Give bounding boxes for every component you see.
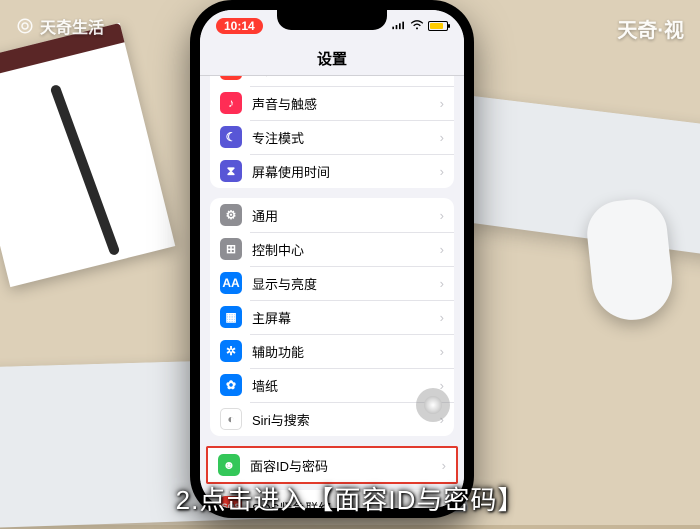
settings-row-label: 墙纸 [252,376,440,395]
settings-row-label: 控制中心 [252,240,440,259]
settings-row-icon: ✲ [220,340,242,362]
settings-row-label: 专注模式 [252,128,440,147]
highlighted-box: ☻ 面容ID与密码 › [206,446,458,484]
chevron-right-icon: › [440,96,444,111]
settings-row-icon: ✿ [220,374,242,396]
caption-text: 2.点击进入【面容ID与密码】 [176,485,525,515]
settings-row-label: 显示与亮度 [252,274,440,293]
phone-screen: 10:14 设置 ! 通知 › ♪ 声音与触感 › ☾ 专注模式 › [200,10,464,508]
settings-row[interactable]: ▦ 主屏幕 › [210,300,454,334]
settings-row-label: Siri与搜索 [252,410,440,429]
settings-group: ! 通知 › ♪ 声音与触感 › ☾ 专注模式 › ⧗ 屏幕使用时间 › [210,76,454,188]
battery-icon [428,21,448,31]
settings-row[interactable]: ☾ 专注模式 › [210,120,454,154]
settings-row-icon: ♪ [220,92,242,114]
assistive-touch-button[interactable] [416,388,450,422]
chevron-right-icon: › [442,458,446,473]
page-title-text: 设置 [317,48,347,69]
settings-row-icon: ⚙ [220,204,242,226]
chevron-right-icon: › [440,76,444,77]
chevron-right-icon: › [440,130,444,145]
logo-icon [16,17,34,35]
settings-row-icon: ⧗ [220,160,242,182]
settings-row-label: 主屏幕 [252,308,440,327]
settings-row-face-id-passcode[interactable]: ☻ 面容ID与密码 › [208,448,456,482]
chevron-right-icon: › [440,208,444,223]
watermark-left: 天奇生活 [16,14,104,38]
settings-row[interactable]: ⚙ 通用 › [210,198,454,232]
settings-row-icon: ▦ [220,306,242,328]
settings-row[interactable]: ⊞ 控制中心 › [210,232,454,266]
settings-row-icon: AA [220,272,242,294]
chevron-right-icon: › [440,276,444,291]
watermark-right-text: 天奇·视 [617,20,684,42]
chevron-right-icon: › [440,164,444,179]
settings-row-label: 通知 [252,76,440,79]
settings-row[interactable]: AA 显示与亮度 › [210,266,454,300]
page-title: 设置 [200,42,464,76]
watermark-right: 天奇·视 [617,14,684,43]
cellular-icon [392,19,406,33]
settings-row-label: 面容ID与密码 [250,456,442,475]
settings-row-label: 屏幕使用时间 [252,162,440,181]
settings-row[interactable]: ⧗ 屏幕使用时间 › [210,154,454,188]
tutorial-caption: 2.点击进入【面容ID与密码】 [0,480,700,517]
settings-row-icon: ⊞ [220,238,242,260]
settings-row-icon: ! [220,76,242,80]
phone-frame: 10:14 设置 ! 通知 › ♪ 声音与触感 › ☾ 专注模式 › [190,0,474,518]
settings-row-label: 通用 [252,206,440,225]
settings-row[interactable]: ! 通知 › [210,76,454,86]
settings-row[interactable]: ✲ 辅助功能 › [210,334,454,368]
face-id-icon: ☻ [218,454,240,476]
watermark-left-text: 天奇生活 [40,14,104,38]
settings-row-icon: ◐ [220,408,242,430]
wifi-icon [410,19,424,33]
settings-row[interactable]: ♪ 声音与触感 › [210,86,454,120]
recording-time-pill: 10:14 [216,18,263,34]
settings-scroll[interactable]: ! 通知 › ♪ 声音与触感 › ☾ 专注模式 › ⧗ 屏幕使用时间 › ⚙ 通… [200,76,464,508]
phone-notch [277,10,387,30]
chevron-right-icon: › [440,344,444,359]
settings-row-icon: ☾ [220,126,242,148]
chevron-right-icon: › [440,242,444,257]
settings-row-label: 声音与触感 [252,94,440,113]
settings-row-label: 辅助功能 [252,342,440,361]
chevron-right-icon: › [440,310,444,325]
status-icons [392,19,448,33]
